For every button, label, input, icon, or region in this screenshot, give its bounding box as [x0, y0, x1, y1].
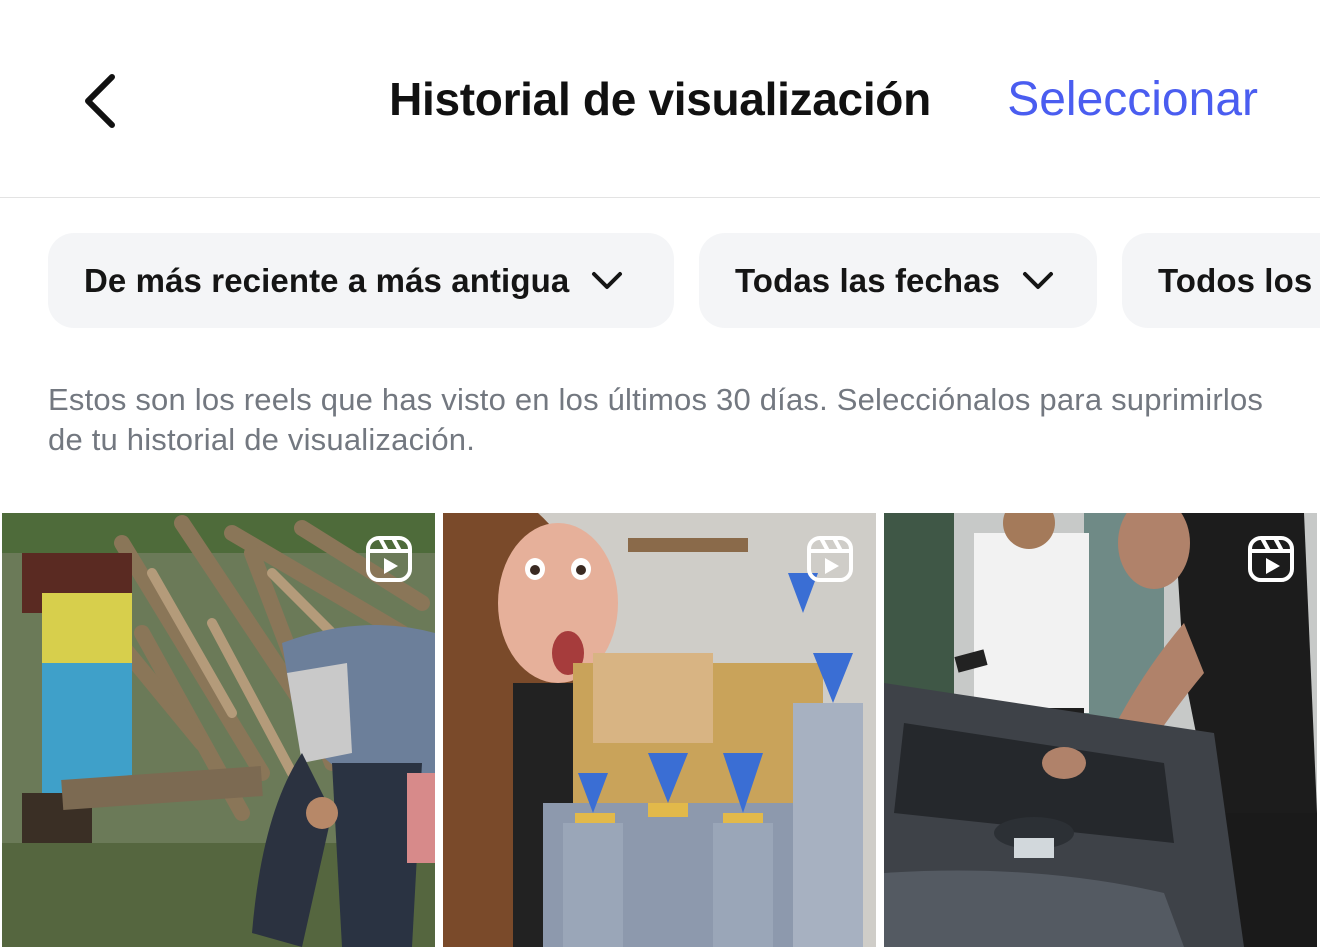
chevron-left-icon: [85, 74, 115, 128]
history-description: Estos son los reels que has visto en los…: [48, 382, 1264, 457]
chevron-down-icon: [1022, 270, 1054, 292]
date-range-label: Todas las fechas: [735, 261, 1001, 299]
reels-icon: [1248, 536, 1294, 582]
chevron-down-icon: [591, 270, 623, 292]
reel-thumbnail[interactable]: [2, 513, 435, 947]
account-filter-label: Todos los: [1158, 261, 1313, 299]
top-bar: Historial de visualización Seleccionar: [0, 0, 1320, 198]
reels-icon: [366, 536, 412, 582]
filter-bar: De más reciente a más antigua Todas las …: [48, 233, 1320, 328]
reel-thumbnail[interactable]: [443, 513, 876, 947]
select-button[interactable]: Seleccionar: [1007, 72, 1258, 127]
account-filter-dropdown[interactable]: Todos los: [1122, 233, 1320, 328]
sort-order-dropdown[interactable]: De más reciente a más antigua: [48, 233, 674, 328]
reels-icon: [807, 536, 853, 582]
reel-thumbnail[interactable]: [884, 513, 1317, 947]
reels-grid: [0, 513, 1320, 947]
page-title: Historial de visualización: [389, 73, 931, 125]
date-range-dropdown[interactable]: Todas las fechas: [699, 233, 1097, 328]
sort-order-label: De más reciente a más antigua: [84, 261, 570, 299]
back-button[interactable]: [72, 66, 128, 136]
